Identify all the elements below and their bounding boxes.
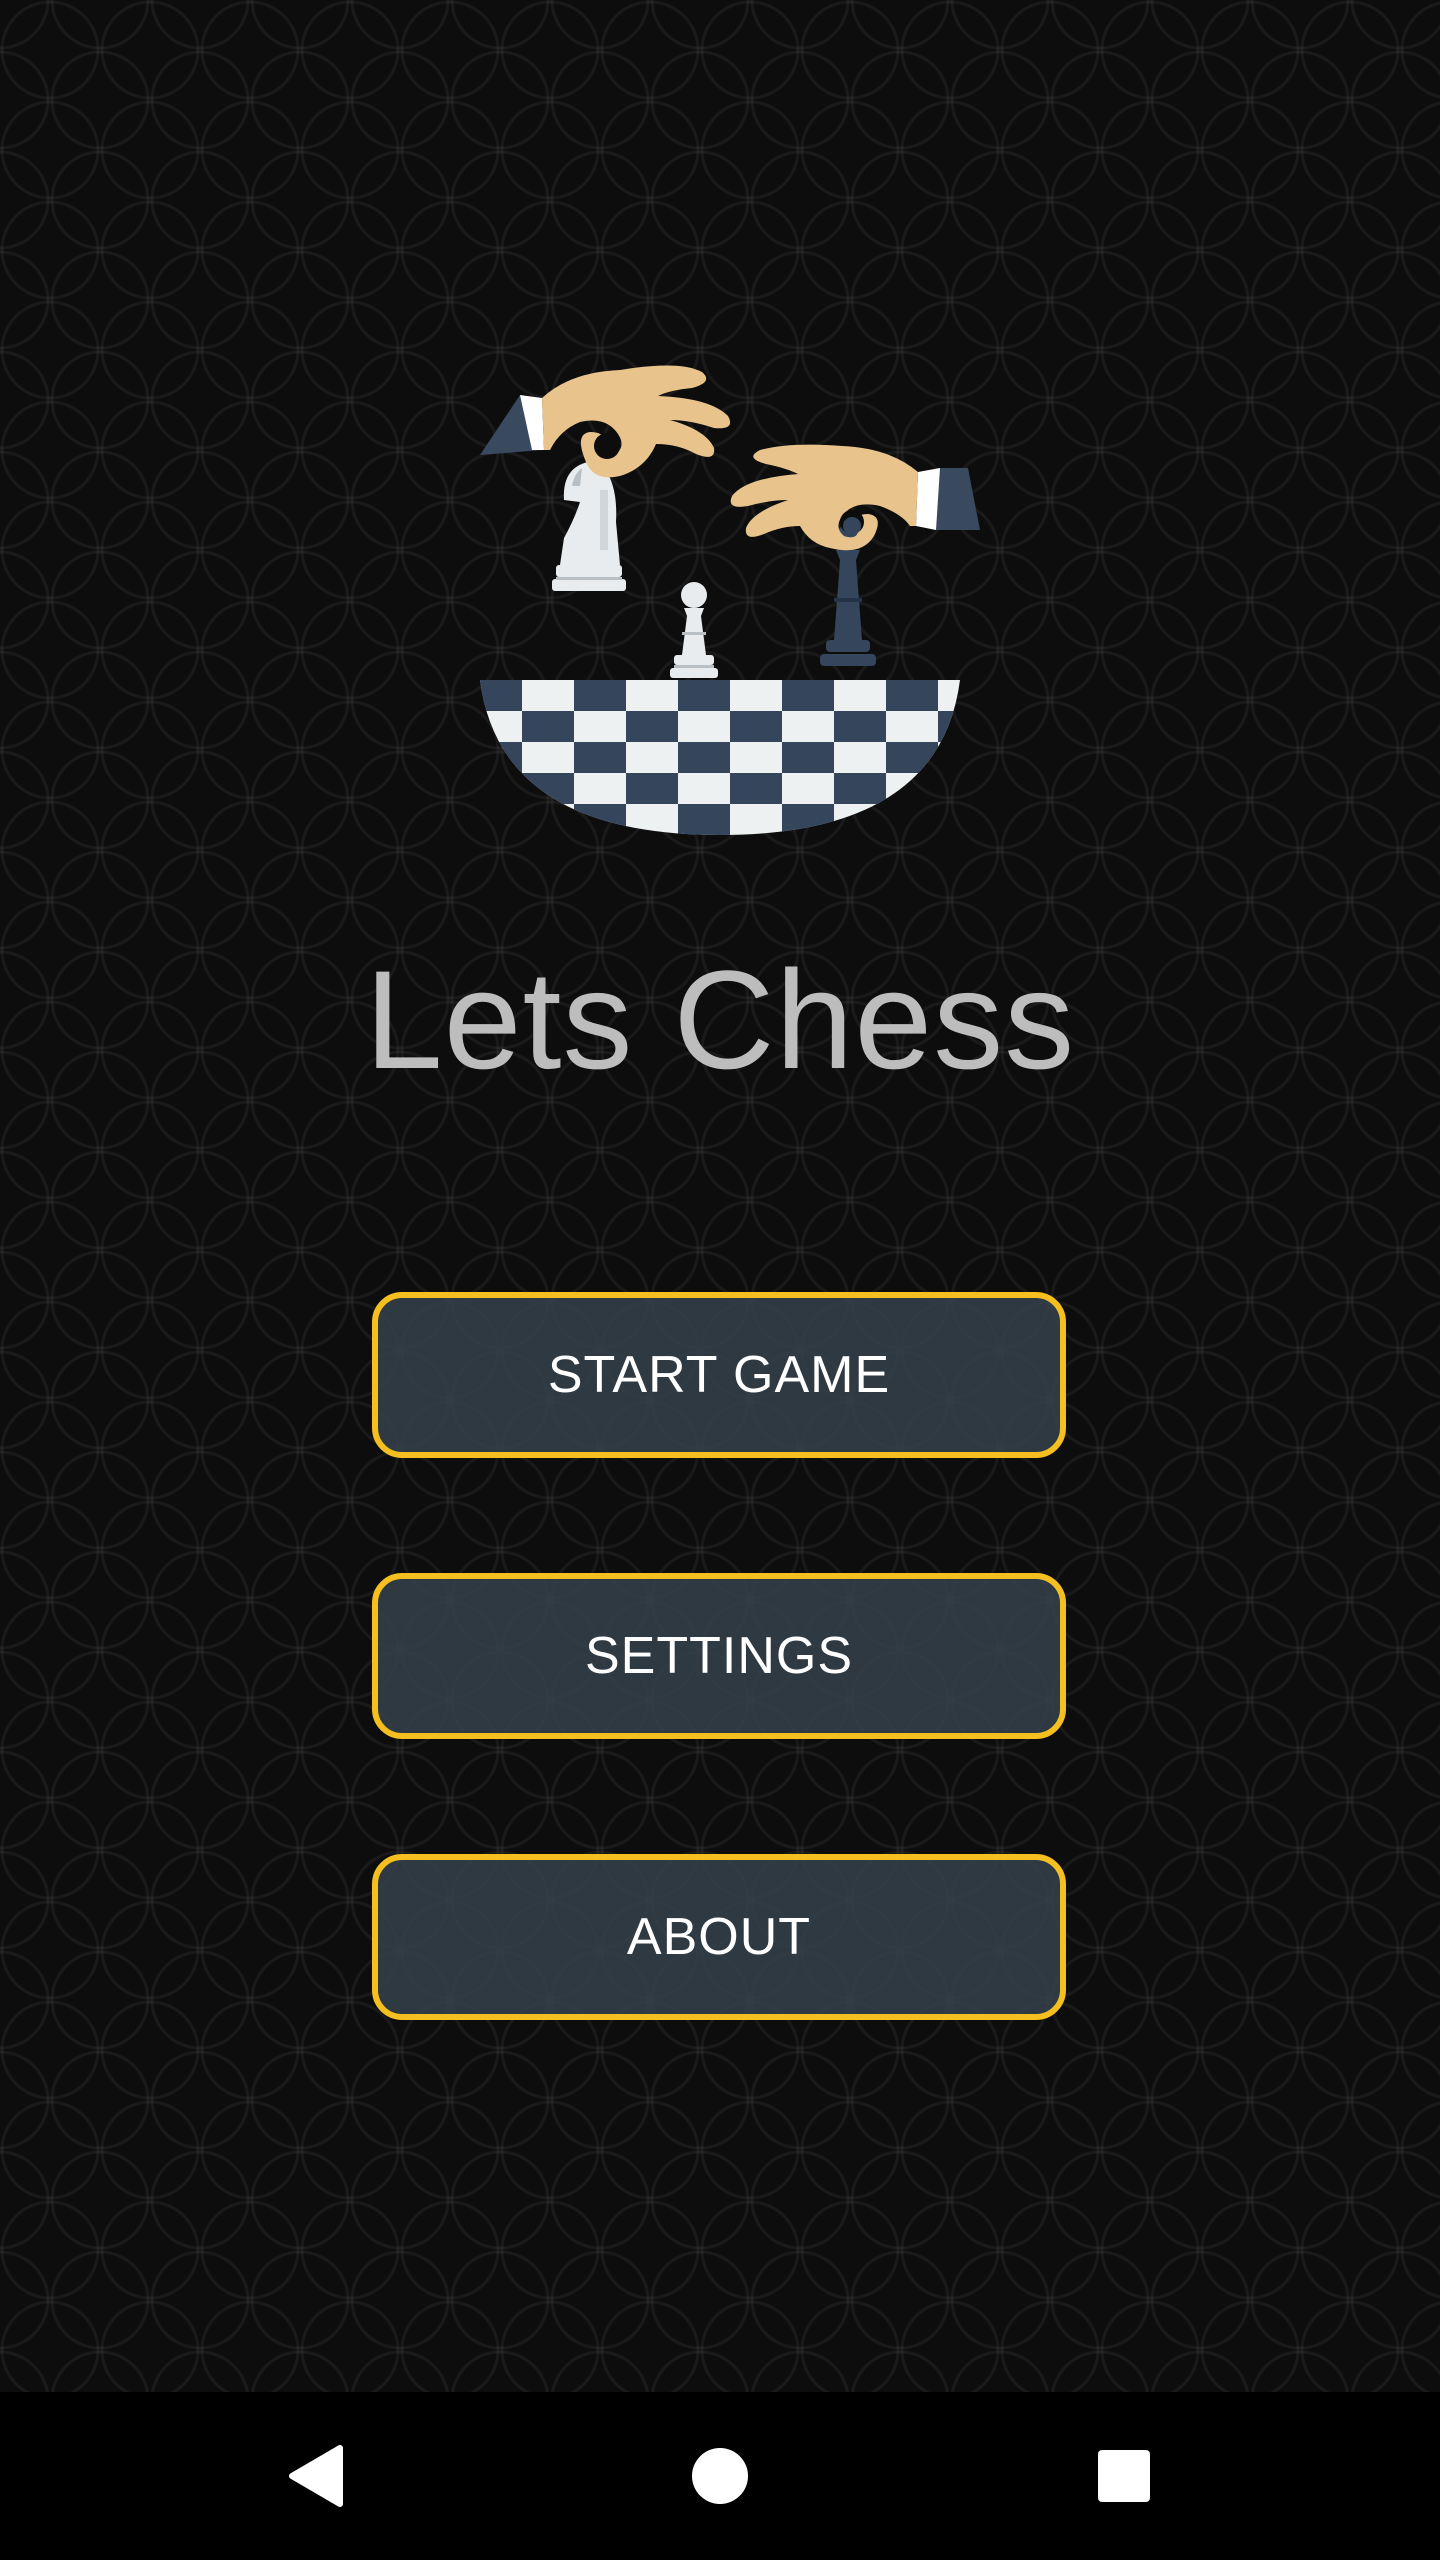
white-knight-icon [552,462,626,591]
checkered-board [480,680,960,835]
left-hand-icon [480,365,731,478]
app-background: Lets Chess START GAME SETTINGS ABOUT [0,0,1440,2392]
home-circle-icon [692,2448,748,2504]
about-button[interactable]: ABOUT [372,1854,1066,2020]
recents-square-icon [1098,2450,1150,2502]
chess-hands-logo [480,365,980,835]
nav-recents-button[interactable] [1084,2436,1164,2516]
screen: Lets Chess START GAME SETTINGS ABOUT [0,0,1440,2560]
back-triangle-icon [289,2445,343,2507]
settings-button[interactable]: SETTINGS [372,1573,1066,1739]
nav-home-button[interactable] [680,2436,760,2516]
app-title: Lets Chess [364,941,1076,1098]
white-pawn-icon [670,582,718,678]
nav-back-button[interactable] [276,2436,356,2516]
system-navigation-bar [0,2392,1440,2560]
start-game-button[interactable]: START GAME [372,1292,1066,1458]
